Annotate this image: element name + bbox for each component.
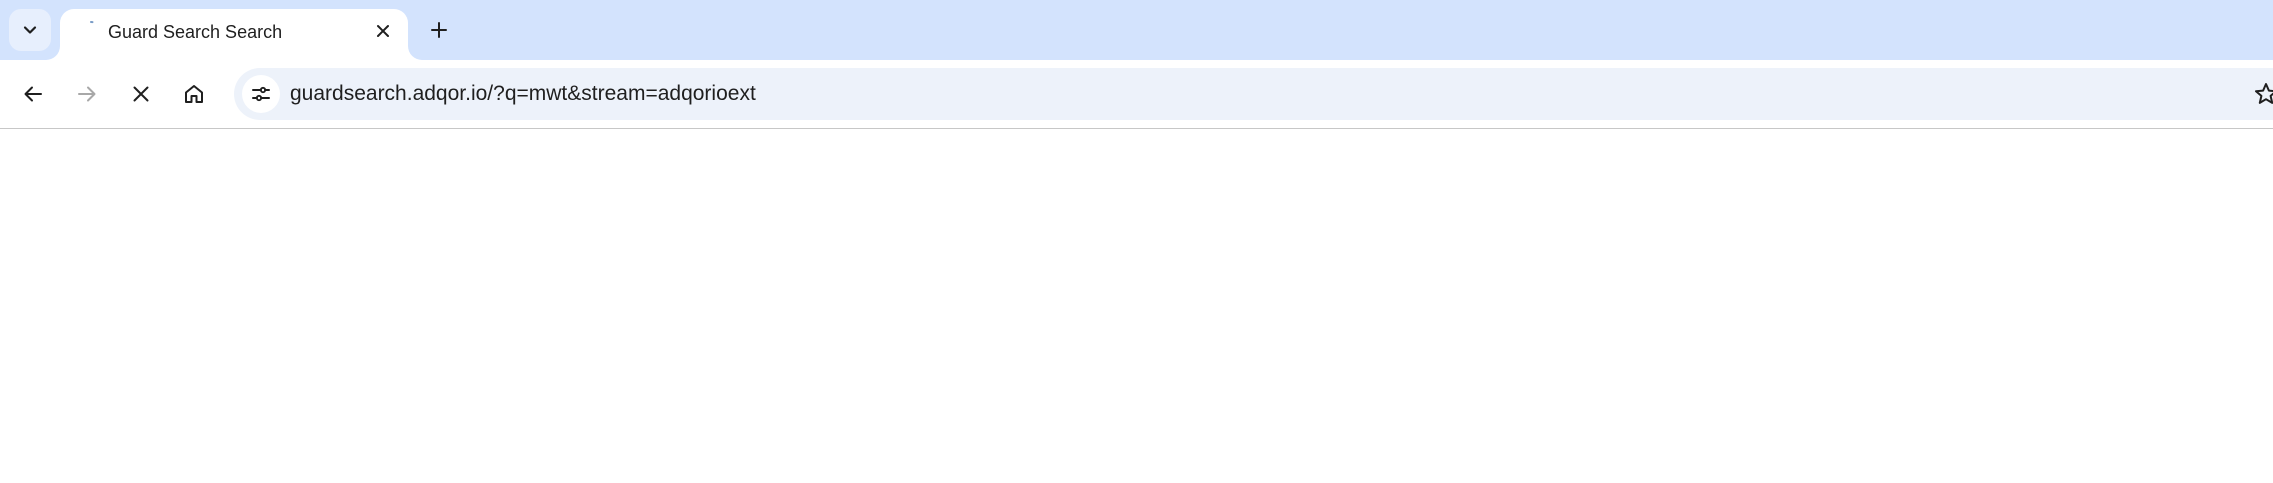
- chevron-down-icon: [23, 26, 37, 34]
- tab-search-button[interactable]: [9, 9, 51, 51]
- bookmark-button[interactable]: [2246, 74, 2273, 114]
- back-button[interactable]: [13, 74, 53, 114]
- browser-window: Guard Search Search guardsearch.adqor.io…: [0, 0, 2273, 483]
- address-bar[interactable]: guardsearch.adqor.io/?q=mwt&stream=adqor…: [234, 68, 2273, 120]
- tune-icon: [252, 86, 270, 102]
- site-info-button[interactable]: [242, 75, 280, 113]
- tab-title: Guard Search Search: [108, 22, 283, 42]
- page-content: [0, 129, 2273, 483]
- close-icon: [377, 25, 389, 37]
- tab-close-button[interactable]: [370, 18, 396, 44]
- star-icon: [2255, 83, 2273, 104]
- tab-active[interactable]: Guard Search Search: [60, 9, 408, 60]
- toolbar: guardsearch.adqor.io/?q=mwt&stream=adqor…: [0, 60, 2273, 129]
- home-button[interactable]: [174, 74, 214, 114]
- arrow-left-icon: [24, 86, 42, 102]
- close-icon: [133, 86, 149, 102]
- home-icon: [185, 85, 203, 103]
- new-tab-button[interactable]: [422, 13, 456, 47]
- loading-spinner-icon: [90, 20, 94, 24]
- plus-icon: [431, 22, 447, 38]
- arrow-right-icon: [78, 86, 96, 102]
- url-text[interactable]: guardsearch.adqor.io/?q=mwt&stream=adqor…: [290, 82, 756, 106]
- forward-button[interactable]: [67, 74, 107, 114]
- stop-loading-button[interactable]: [121, 74, 161, 114]
- tab-strip: Guard Search Search: [0, 0, 2273, 60]
